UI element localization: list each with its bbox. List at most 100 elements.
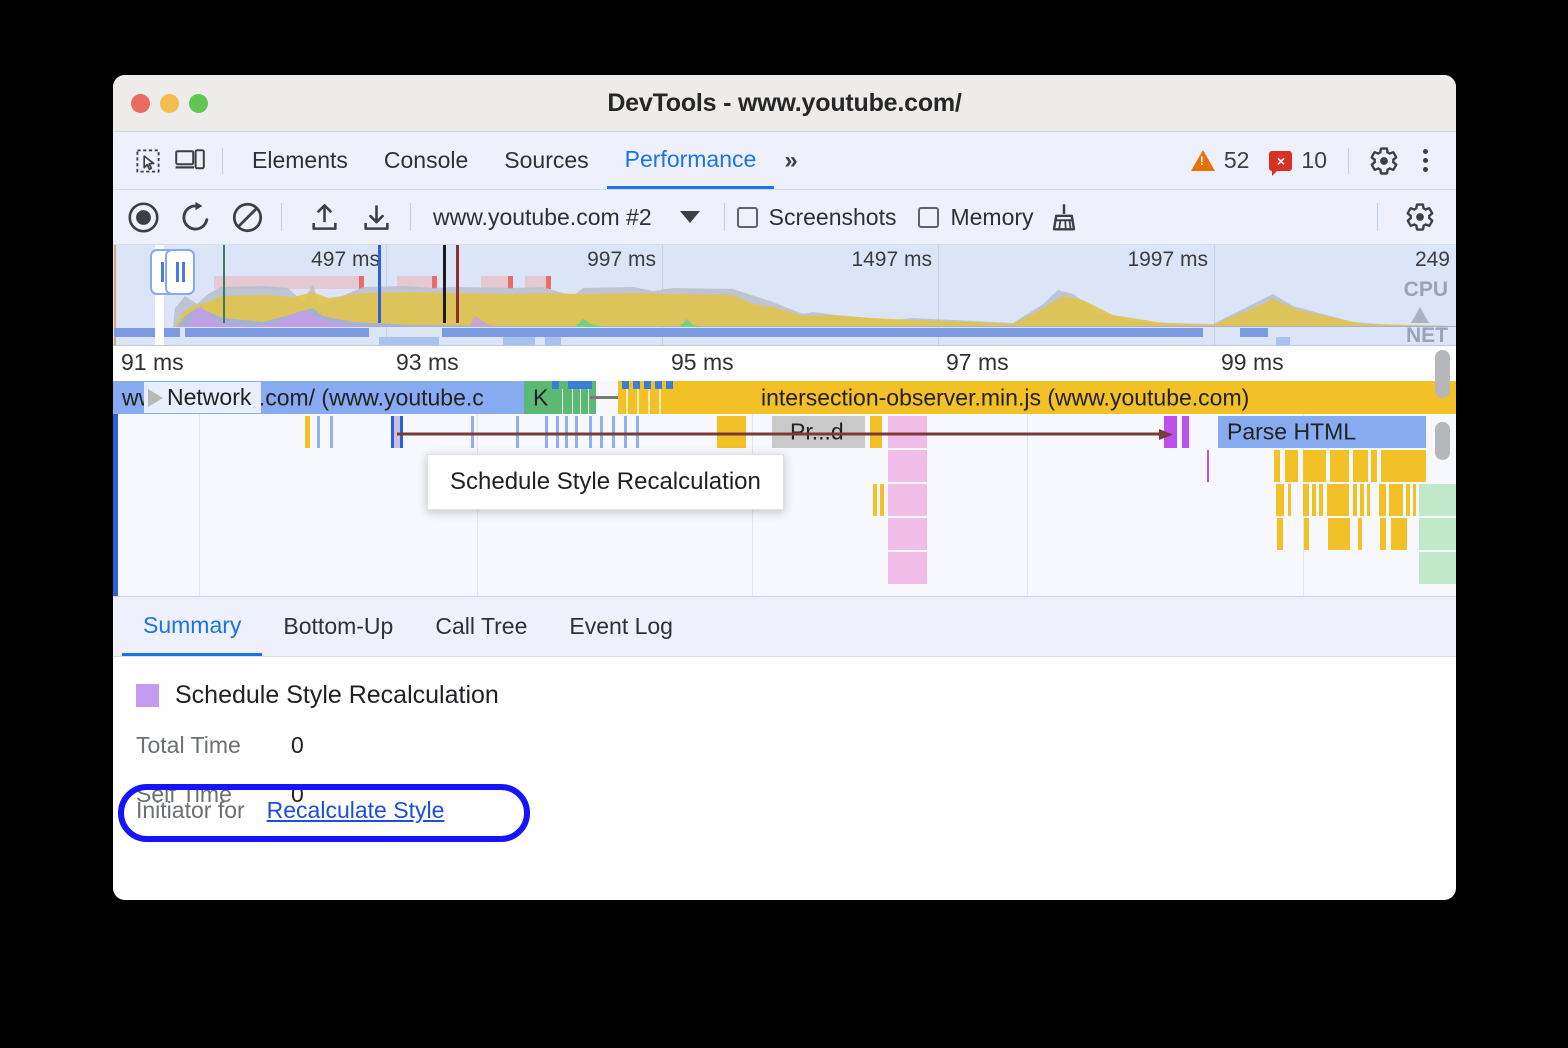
flame-event[interactable]: Parse HTML bbox=[1218, 416, 1426, 448]
overview-tick: 997 ms bbox=[587, 248, 662, 272]
request-divider bbox=[659, 389, 661, 414]
flame-event[interactable] bbox=[888, 450, 927, 482]
flame-row-1[interactable] bbox=[113, 450, 1456, 482]
warnings-indicator[interactable]: 52 bbox=[1184, 147, 1257, 174]
flame-row-4[interactable] bbox=[113, 552, 1456, 584]
flame-event[interactable] bbox=[1312, 484, 1316, 516]
flame-event[interactable] bbox=[1353, 450, 1368, 482]
flame-event[interactable] bbox=[1353, 484, 1357, 516]
flame-event[interactable] bbox=[880, 484, 884, 516]
flame-event[interactable] bbox=[1303, 484, 1309, 516]
gear-icon[interactable] bbox=[1363, 142, 1405, 180]
warning-triangle-icon bbox=[1191, 150, 1215, 171]
broom-icon[interactable] bbox=[1042, 197, 1086, 237]
flame-event[interactable] bbox=[1367, 484, 1370, 516]
record-icon[interactable] bbox=[121, 197, 165, 237]
flame-event[interactable] bbox=[1360, 484, 1364, 516]
upload-profile-icon[interactable] bbox=[302, 197, 346, 237]
checkbox-box[interactable] bbox=[918, 207, 939, 228]
network-overview-bar bbox=[1276, 337, 1290, 345]
download-profile-icon[interactable] bbox=[354, 197, 398, 237]
clear-icon[interactable] bbox=[225, 197, 269, 237]
flame-chart[interactable]: 91 ms 93 ms 95 ms 97 ms 99 ms www.youtub… bbox=[113, 346, 1456, 597]
flame-event[interactable] bbox=[305, 416, 310, 448]
screenshots-checkbox[interactable]: Screenshots bbox=[737, 204, 897, 231]
flame-event[interactable] bbox=[873, 484, 877, 516]
flame-event[interactable] bbox=[1182, 416, 1189, 448]
capture-settings-gear-icon[interactable] bbox=[1398, 197, 1442, 237]
reload-and-record-icon[interactable] bbox=[173, 197, 217, 237]
device-toolbar-icon[interactable] bbox=[169, 142, 211, 180]
recording-selector[interactable]: www.youtube.com #2 bbox=[433, 204, 700, 231]
flame-event[interactable] bbox=[1274, 450, 1280, 482]
errors-indicator[interactable]: × 10 bbox=[1262, 147, 1334, 174]
flame-row-2[interactable] bbox=[113, 484, 1456, 516]
flame-event[interactable] bbox=[1277, 518, 1283, 550]
tab-sources[interactable]: Sources bbox=[486, 132, 606, 189]
flame-event[interactable] bbox=[1327, 484, 1349, 516]
screenshots-label: Screenshots bbox=[769, 204, 897, 231]
flame-event[interactable] bbox=[330, 416, 333, 448]
tabbar-right-group: 52 × 10 bbox=[1184, 142, 1456, 180]
tab-summary[interactable]: Summary bbox=[122, 597, 262, 656]
tab-event-log[interactable]: Event Log bbox=[548, 597, 694, 656]
network-request-bar[interactable]: intersection-observer.min.js (www.youtub… bbox=[618, 381, 1456, 414]
toolbar-divider-2 bbox=[410, 203, 411, 231]
network-track[interactable]: www.youtube.com/ (www.youtube.c K inters… bbox=[113, 381, 1456, 414]
memory-checkbox[interactable]: Memory bbox=[918, 204, 1033, 231]
flame-event[interactable] bbox=[1304, 518, 1309, 550]
tab-performance[interactable]: Performance bbox=[607, 132, 775, 189]
flame-event[interactable] bbox=[888, 552, 927, 584]
summary-title-row: Schedule Style Recalculation bbox=[136, 681, 1456, 710]
vertical-scrollbar-thumb[interactable] bbox=[1435, 350, 1450, 398]
flame-event[interactable] bbox=[1406, 484, 1410, 516]
flame-event[interactable] bbox=[1288, 484, 1291, 516]
triangle-right-icon[interactable] bbox=[148, 389, 163, 407]
flame-event[interactable] bbox=[888, 518, 927, 550]
flame-event[interactable] bbox=[1379, 484, 1386, 516]
flame-event[interactable] bbox=[1328, 518, 1350, 550]
flame-event[interactable] bbox=[888, 484, 927, 516]
tab-console[interactable]: Console bbox=[366, 132, 486, 189]
flame-event[interactable] bbox=[1419, 484, 1456, 516]
flame-event[interactable] bbox=[1358, 518, 1362, 550]
close-window-button[interactable] bbox=[131, 94, 150, 113]
overview-window-handle-right[interactable] bbox=[165, 249, 195, 295]
errors-count: 10 bbox=[1301, 147, 1327, 174]
network-request-label: intersection-observer.min.js (www.youtub… bbox=[761, 384, 1249, 411]
flame-event[interactable] bbox=[1419, 552, 1456, 584]
flame-event[interactable] bbox=[1419, 518, 1456, 550]
tab-bottom-up[interactable]: Bottom-Up bbox=[262, 597, 414, 656]
checkbox-box[interactable] bbox=[737, 207, 758, 228]
flame-event[interactable] bbox=[1371, 450, 1377, 482]
flame-event[interactable] bbox=[1285, 450, 1298, 482]
vertical-scrollbar-thumb-secondary[interactable] bbox=[1435, 422, 1450, 460]
flame-event[interactable] bbox=[1303, 450, 1326, 482]
details-tabbar: Summary Bottom-Up Call Tree Event Log bbox=[113, 597, 1456, 657]
flame-event[interactable] bbox=[1276, 484, 1284, 516]
flame-event[interactable] bbox=[1319, 484, 1323, 516]
maximize-window-button[interactable] bbox=[189, 94, 208, 113]
flame-row-3[interactable] bbox=[113, 518, 1456, 550]
minimize-window-button[interactable] bbox=[160, 94, 179, 113]
network-overview-bar bbox=[185, 328, 369, 337]
network-request-bar[interactable]: K bbox=[524, 381, 596, 414]
timeline-overview[interactable]: 497 ms 997 ms 1497 ms 1997 ms 249 bbox=[113, 245, 1456, 346]
flame-event[interactable] bbox=[1381, 450, 1426, 482]
flame-row-0[interactable]: Pr...d Parse HTML bbox=[113, 416, 1456, 448]
flame-event[interactable] bbox=[317, 416, 320, 448]
tab-call-tree[interactable]: Call Tree bbox=[414, 597, 548, 656]
more-tabs-icon[interactable]: » bbox=[774, 147, 807, 175]
network-overview-bar bbox=[545, 337, 561, 345]
flame-event[interactable] bbox=[1207, 450, 1209, 482]
flame-event[interactable] bbox=[1413, 484, 1416, 516]
flame-event[interactable] bbox=[1389, 484, 1403, 516]
tab-elements[interactable]: Elements bbox=[234, 132, 366, 189]
flame-event[interactable] bbox=[1391, 518, 1407, 550]
inspect-element-icon[interactable] bbox=[127, 142, 169, 180]
network-group-header[interactable]: Network bbox=[144, 382, 261, 413]
chevron-down-icon[interactable] bbox=[680, 211, 700, 223]
flame-event[interactable] bbox=[1330, 450, 1349, 482]
kebab-menu-icon[interactable] bbox=[1411, 149, 1440, 172]
flame-event[interactable] bbox=[1380, 518, 1386, 550]
